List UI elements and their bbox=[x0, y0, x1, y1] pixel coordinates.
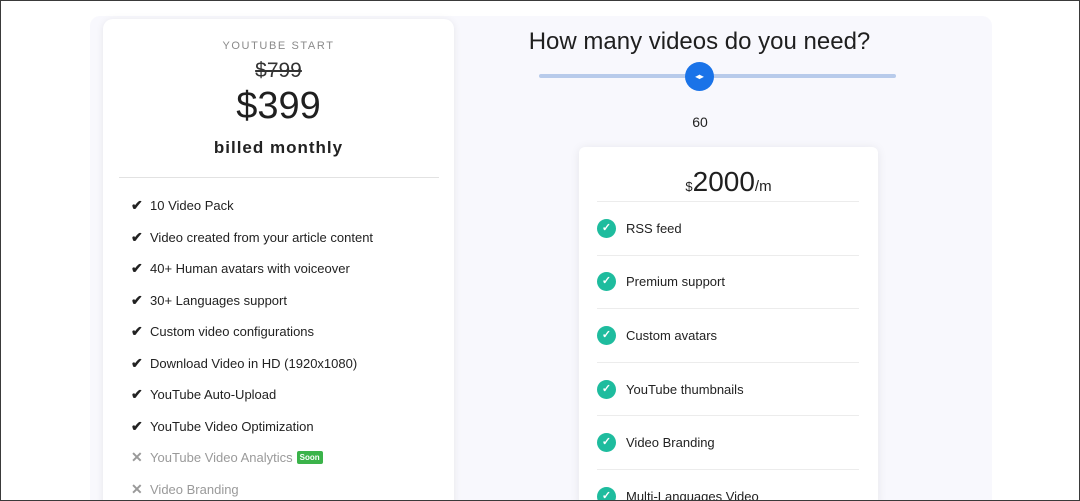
plan-feature-item: ✔ Video created from your article conten… bbox=[131, 229, 373, 261]
quote-feature-label: Video Branding bbox=[626, 435, 715, 451]
check-circle-icon: ✓ bbox=[597, 325, 616, 345]
quote-feature-item: ✓ YouTube thumbnails bbox=[597, 361, 859, 416]
plan-feature-label: Custom video configurations bbox=[150, 324, 315, 339]
quote-feature-label: RSS feed bbox=[626, 220, 682, 236]
plan-feature-item: ✔ YouTube Video Optimization bbox=[131, 418, 373, 450]
check-icon: ✔ bbox=[131, 323, 143, 339]
quote-feature-item: ✓ Custom avatars bbox=[597, 308, 859, 362]
quote-feature-item: ✓ Premium support bbox=[597, 254, 859, 309]
video-count-slider-handle[interactable]: ◂▸ bbox=[685, 62, 714, 91]
quote-feature-label: Custom avatars bbox=[626, 327, 718, 343]
plan-price: $399 bbox=[236, 85, 321, 127]
plan-feature-label: 30+ Languages support bbox=[150, 292, 287, 308]
quote-currency: $ bbox=[685, 179, 693, 194]
quote-period: /m bbox=[754, 178, 772, 195]
plan-feature-label: 40+ Human avatars with voiceover bbox=[150, 261, 350, 276]
plan-old-price: $799 bbox=[255, 59, 302, 82]
plan-name: YOUTUBE START bbox=[222, 40, 335, 52]
quote-feature-item: ✓ RSS feed bbox=[597, 201, 859, 255]
video-count-value: 60 bbox=[692, 114, 708, 130]
plan-feature-item: ✔ Download Video in HD (1920x1080) bbox=[131, 355, 373, 387]
plan-feature-item: ✔ 40+ Human avatars with voiceover bbox=[131, 260, 373, 292]
soon-badge: Soon bbox=[296, 451, 323, 464]
quote-feature-item: ✓ Multi-Languages Video bbox=[597, 468, 859, 501]
quote-price: $2000/m bbox=[579, 166, 878, 198]
quote-feature-item: ✓ Video Branding bbox=[597, 415, 859, 469]
video-count-slider-track[interactable] bbox=[539, 74, 896, 78]
plan-card-youtube-start: YOUTUBE START $799 $399 billed monthly ✔… bbox=[103, 19, 454, 501]
video-count-question: How many videos do you need? bbox=[528, 28, 871, 55]
plan-feature-item-unavailable: ✕ YouTube Video Analytics Soon bbox=[131, 449, 373, 481]
plan-feature-item: ✔ 10 Video Pack bbox=[131, 197, 373, 229]
plan-feature-item: ✔ 30+ Languages support bbox=[131, 292, 373, 324]
plan-billing-period: billed monthly bbox=[213, 138, 344, 157]
quote-feature-label: Premium support bbox=[626, 274, 725, 290]
quote-feature-label: YouTube thumbnails bbox=[626, 381, 744, 397]
plan-feature-item: ✔ YouTube Auto-Upload bbox=[131, 386, 373, 418]
plan-feature-item: ✔ Custom video configurations bbox=[131, 323, 373, 355]
check-icon: ✔ bbox=[131, 417, 143, 434]
check-circle-icon: ✓ bbox=[597, 272, 616, 292]
check-circle-icon: ✓ bbox=[597, 433, 616, 453]
cross-icon: ✕ bbox=[131, 480, 143, 497]
plan-feature-item-unavailable: ✕ Video Branding bbox=[131, 481, 373, 501]
check-icon: ✔ bbox=[131, 197, 143, 213]
plan-feature-text: YouTube Video Analytics bbox=[150, 450, 293, 465]
plan-feature-label: YouTube Video Analytics Soon bbox=[150, 450, 323, 466]
plan-feature-label: YouTube Video Optimization bbox=[150, 418, 314, 434]
plan-feature-label: 10 Video Pack bbox=[150, 198, 234, 213]
check-icon: ✔ bbox=[131, 386, 143, 402]
plan-feature-label: Video Branding bbox=[150, 481, 239, 497]
plan-feature-list: ✔ 10 Video Pack ✔ Video created from you… bbox=[131, 197, 373, 501]
plan-feature-label: Download Video in HD (1920x1080) bbox=[150, 355, 358, 371]
check-icon: ✔ bbox=[131, 354, 143, 371]
quote-feature-label: Multi-Languages Video bbox=[626, 488, 759, 501]
check-circle-icon: ✓ bbox=[597, 486, 616, 501]
quote-amount: 2000 bbox=[692, 166, 755, 197]
check-circle-icon: ✓ bbox=[597, 218, 616, 238]
plan-feature-label: Video created from your article content bbox=[150, 229, 374, 245]
quote-card: $2000/m ✓ RSS feed ✓ Premium support ✓ C… bbox=[579, 147, 878, 501]
plan-feature-label: YouTube Auto-Upload bbox=[150, 387, 277, 402]
check-icon: ✔ bbox=[131, 228, 143, 245]
quote-feature-list: ✓ RSS feed ✓ Premium support ✓ Custom av… bbox=[597, 201, 859, 501]
cross-icon: ✕ bbox=[131, 449, 143, 465]
check-icon: ✔ bbox=[131, 291, 143, 308]
plan-divider bbox=[119, 177, 439, 178]
arrows-horizontal-icon: ◂▸ bbox=[695, 72, 704, 81]
check-icon: ✔ bbox=[131, 260, 143, 276]
check-circle-icon: ✓ bbox=[597, 379, 616, 399]
